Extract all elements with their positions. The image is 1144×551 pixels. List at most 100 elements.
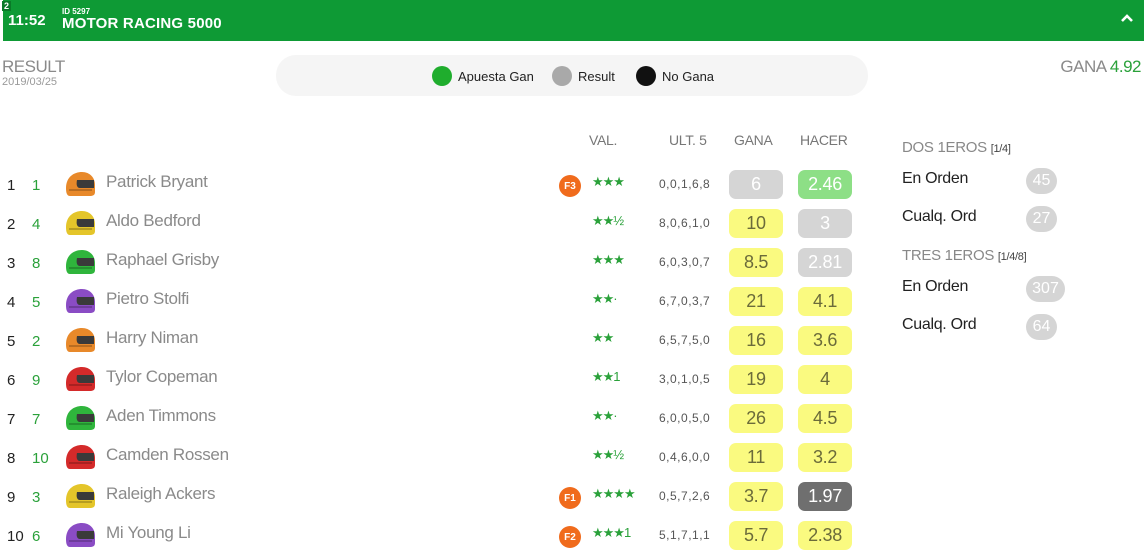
gana-odds-button[interactable]: 10 xyxy=(729,209,783,238)
rating-stars: ★★½ xyxy=(592,447,624,462)
runner-name: Tylor Copeman xyxy=(106,367,218,386)
tres-eros-note: [1/4/8] xyxy=(997,251,1027,263)
hacer-odds-button[interactable]: 2.38 xyxy=(798,521,852,550)
runner-name: Camden Rossen xyxy=(106,445,229,464)
dos-en-orden-value[interactable]: 45 xyxy=(1026,168,1057,194)
chevron-up-icon[interactable] xyxy=(1118,9,1136,27)
tres-cualq-ord-label: Cualq. Ord xyxy=(902,316,977,333)
tres-eros-title: TRES 1EROS xyxy=(902,247,995,264)
gana-odds-button[interactable]: 11 xyxy=(729,443,783,472)
column-header-val: VAL. xyxy=(589,132,618,148)
runner-name: Aden Timmons xyxy=(106,406,216,425)
finish-position: 6 xyxy=(7,372,16,389)
gana-odds-button[interactable]: 16 xyxy=(729,326,783,355)
last-5-results: 5,1,7,1,1 xyxy=(659,528,711,542)
dos-eros-heading: DOS 1EROS [1/4] xyxy=(902,139,1011,156)
helmet-icon xyxy=(66,250,95,274)
table-row: 5 2 Harry Niman ★★ 6,5,7,5,0 16 3.6 xyxy=(0,322,870,361)
gana-odds-button[interactable]: 19 xyxy=(729,365,783,394)
legend-item-result: Result xyxy=(552,66,615,86)
event-header[interactable]: 2 11:52 ID 5297 MOTOR RACING 5000 xyxy=(0,0,1144,41)
dos-eros-title: DOS 1EROS xyxy=(902,139,987,156)
column-header-gana: GANA xyxy=(734,132,773,148)
dos-en-orden-label: En Orden xyxy=(902,170,969,187)
result-label: RESULT xyxy=(2,57,65,76)
legend-item-apuesta-gan: Apuesta Gan xyxy=(432,66,534,86)
total-gana-label: GANA xyxy=(1060,57,1106,76)
runner-name: Raphael Grisby xyxy=(106,250,219,269)
tres-cualq-ord-value[interactable]: 64 xyxy=(1026,314,1057,340)
hacer-odds-button[interactable]: 1.97 xyxy=(798,482,852,511)
finish-position: 4 xyxy=(7,294,16,311)
tres-en-orden-label: En Orden xyxy=(902,278,969,295)
gana-odds-button[interactable]: 5.7 xyxy=(729,521,783,550)
race-time: 11:52 xyxy=(8,12,46,29)
runner-number: 9 xyxy=(32,372,41,389)
table-row: 2 4 Aldo Bedford ★★½ 8,0,6,1,0 10 3 xyxy=(0,205,870,244)
hacer-odds-button[interactable]: 4 xyxy=(798,365,852,394)
column-header-ult5: ULT. 5 xyxy=(669,132,707,148)
table-row: 6 9 Tylor Copeman ★★1 3,0,1,0,5 19 4 xyxy=(0,361,870,400)
last-5-results: 3,0,1,0,5 xyxy=(659,372,711,386)
dos-cualq-ord-value[interactable]: 27 xyxy=(1026,206,1057,232)
rating-stars: ★★★ xyxy=(592,252,625,267)
finish-position: 1 xyxy=(7,177,16,194)
runner-number: 7 xyxy=(32,411,41,428)
hacer-odds-button[interactable]: 4.1 xyxy=(798,287,852,316)
helmet-icon xyxy=(66,367,95,391)
favorite-badge: F1 xyxy=(559,487,581,509)
column-header-hacer: HACER xyxy=(800,132,848,148)
hacer-odds-button[interactable]: 2.81 xyxy=(798,248,852,277)
last-5-results: 0,4,6,0,0 xyxy=(659,450,711,464)
hacer-odds-button[interactable]: 2.46 xyxy=(798,170,852,199)
runner-number: 3 xyxy=(32,489,41,506)
rating-stars: ★★½ xyxy=(592,213,624,228)
finish-position: 2 xyxy=(7,216,16,233)
rating-stars: ★★★1 xyxy=(592,525,631,540)
event-title: MOTOR RACING 5000 xyxy=(62,15,222,32)
runner-number: 4 xyxy=(32,216,41,233)
runner-name: Patrick Bryant xyxy=(106,172,208,191)
rating-stars: ★★★ xyxy=(592,174,625,189)
finish-position: 9 xyxy=(7,489,16,506)
table-row: 1 1 Patrick Bryant F3 ★★★ 0,0,1,6,8 6 2.46 xyxy=(0,166,870,205)
dos-eros-note: [1/4] xyxy=(990,143,1011,155)
gana-odds-button[interactable]: 8.5 xyxy=(729,248,783,277)
rating-stars: ★★· xyxy=(592,408,618,423)
runner-name: Harry Niman xyxy=(106,328,199,347)
legend-label: Result xyxy=(578,68,615,84)
tres-eros-heading: TRES 1EROS [1/4/8] xyxy=(902,247,1027,264)
finish-position: 3 xyxy=(7,255,16,272)
hacer-odds-button[interactable]: 3.6 xyxy=(798,326,852,355)
rating-stars: ★★1 xyxy=(592,369,621,384)
gana-odds-button[interactable]: 6 xyxy=(729,170,783,199)
helmet-icon xyxy=(66,445,95,469)
race-number-badge: 2 xyxy=(2,1,12,11)
gana-odds-button[interactable]: 26 xyxy=(729,404,783,433)
rating-stars: ★★ xyxy=(592,330,614,345)
gana-odds-button[interactable]: 21 xyxy=(729,287,783,316)
black-dot-icon xyxy=(636,66,656,86)
hacer-odds-button[interactable]: 3.2 xyxy=(798,443,852,472)
finish-position: 10 xyxy=(7,528,24,545)
runner-number: 1 xyxy=(32,177,41,194)
table-row: 4 5 Pietro Stolfi ★★· 6,7,0,3,7 21 4.1 xyxy=(0,283,870,322)
helmet-icon xyxy=(66,406,95,430)
tres-en-orden-value[interactable]: 307 xyxy=(1026,276,1065,302)
rating-stars: ★★· xyxy=(592,291,618,306)
runner-number: 2 xyxy=(32,333,41,350)
runner-name: Aldo Bedford xyxy=(106,211,201,230)
helmet-icon xyxy=(66,211,95,235)
helmet-icon xyxy=(66,523,95,547)
helmet-icon xyxy=(66,289,95,313)
table-row: 3 8 Raphael Grisby ★★★ 6,0,3,0,7 8.5 2.81 xyxy=(0,244,870,283)
last-5-results: 6,0,0,5,0 xyxy=(659,411,711,425)
favorite-badge: F3 xyxy=(559,175,581,197)
gana-odds-button[interactable]: 3.7 xyxy=(729,482,783,511)
last-5-results: 6,7,0,3,7 xyxy=(659,294,711,308)
hacer-odds-button[interactable]: 4.5 xyxy=(798,404,852,433)
runner-name: Mi Young Li xyxy=(106,523,191,542)
runner-number: 6 xyxy=(32,528,41,545)
last-5-results: 6,0,3,0,7 xyxy=(659,255,711,269)
hacer-odds-button[interactable]: 3 xyxy=(798,209,852,238)
